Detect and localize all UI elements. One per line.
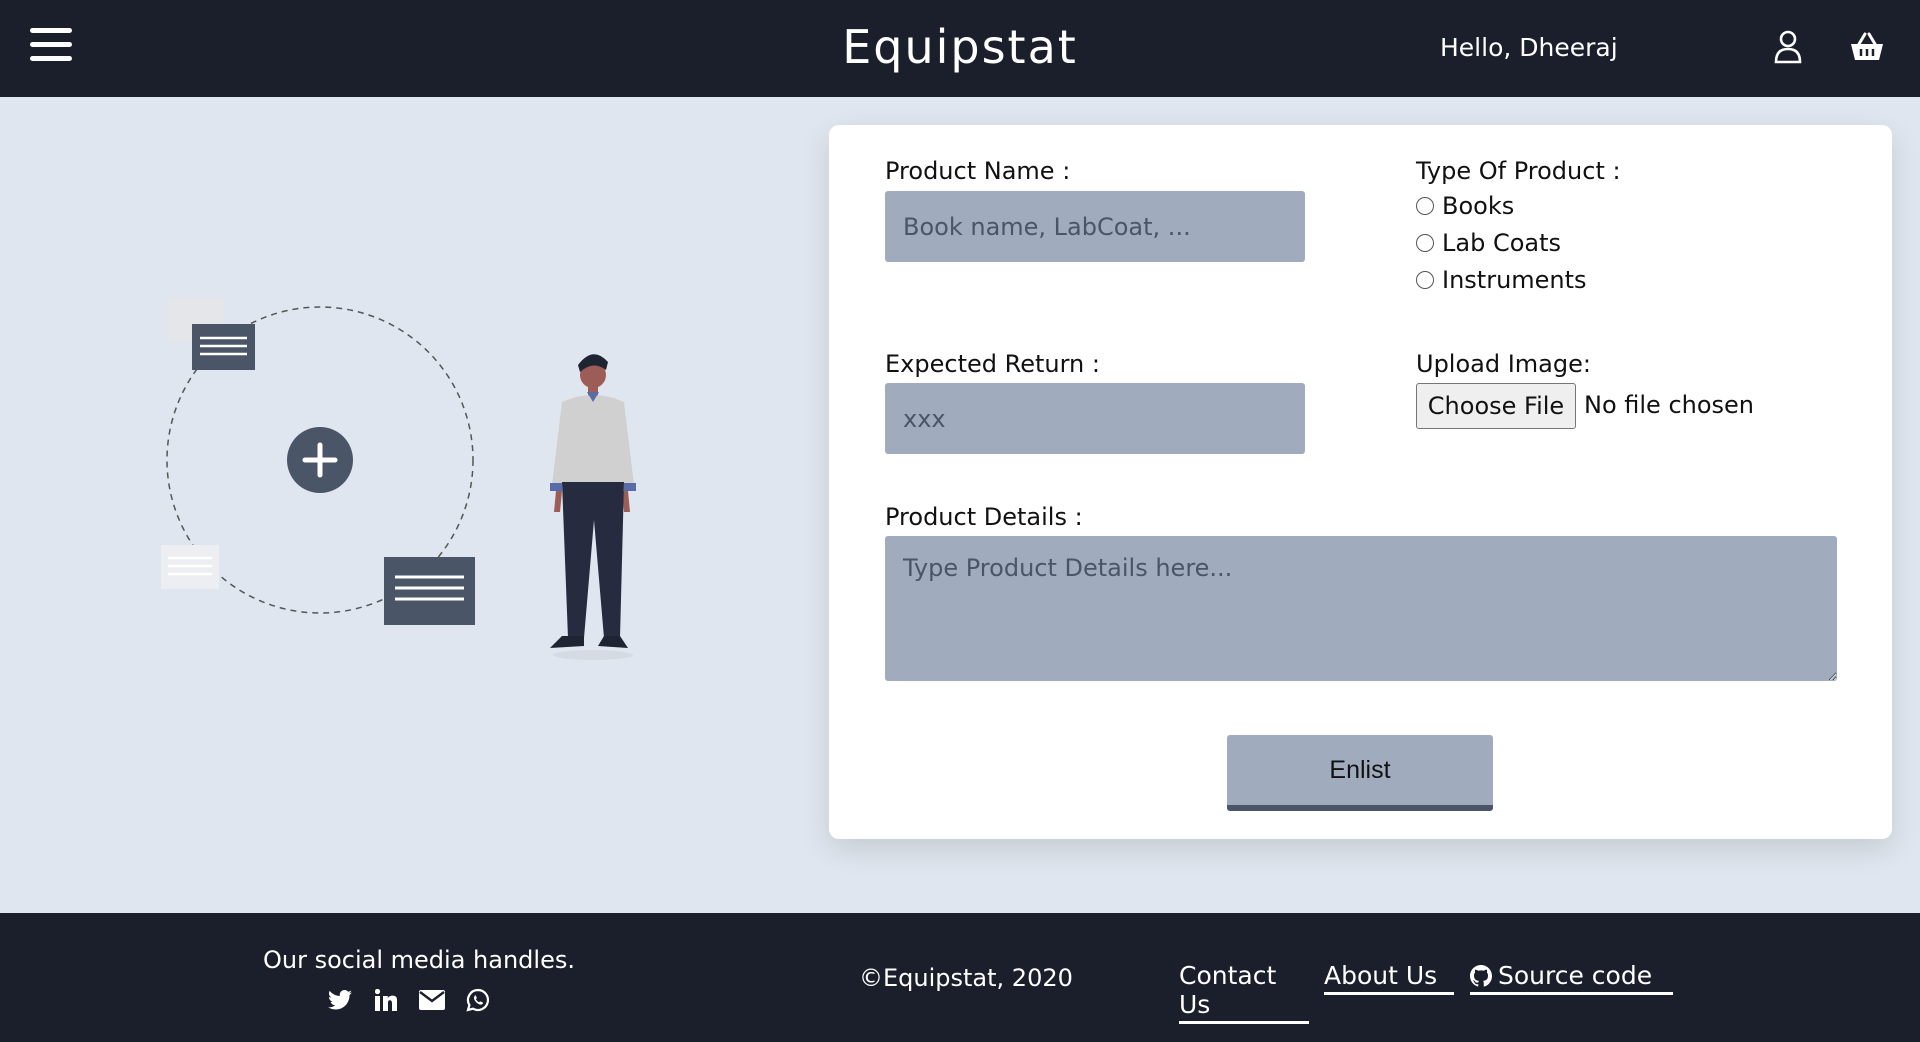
radio-button[interactable] xyxy=(1416,271,1434,289)
add-product-illustration xyxy=(161,298,636,660)
about-us-link[interactable]: About Us xyxy=(1324,961,1454,995)
shopping-basket-icon[interactable] xyxy=(1850,32,1884,62)
brand-title[interactable]: Equipstat xyxy=(0,20,1920,74)
copyright-text: ©Equipstat, 2020 xyxy=(859,964,1073,992)
expected-return-label: Expected Return : xyxy=(885,350,1100,378)
linkedin-icon[interactable] xyxy=(371,985,401,1015)
source-code-label: Source code xyxy=(1498,961,1653,990)
radio-option-instruments[interactable]: Instruments xyxy=(1416,266,1587,294)
footer: Our social media handles. ©Equipstat, 20… xyxy=(0,913,1920,1042)
contact-us-link[interactable]: Contact Us xyxy=(1179,961,1309,1024)
no-file-status: No file chosen xyxy=(1584,391,1755,419)
radio-label: Lab Coats xyxy=(1442,229,1562,257)
top-navbar: Equipstat Hello, Dheeraj xyxy=(0,0,1920,97)
enlist-button[interactable]: Enlist xyxy=(1227,735,1493,811)
product-details-label: Product Details : xyxy=(885,503,1083,531)
social-icons xyxy=(325,985,493,1015)
radio-button[interactable] xyxy=(1416,234,1434,252)
product-name-label: Product Name : xyxy=(885,157,1071,185)
product-name-input[interactable] xyxy=(885,191,1305,262)
expected-return-input[interactable] xyxy=(885,383,1305,454)
whatsapp-icon[interactable] xyxy=(463,985,493,1015)
radio-option-books[interactable]: Books xyxy=(1416,192,1514,220)
upload-image-label: Upload Image: xyxy=(1416,350,1591,378)
radio-button[interactable] xyxy=(1416,197,1434,215)
choose-file-button[interactable]: Choose File xyxy=(1416,383,1576,429)
radio-label: Instruments xyxy=(1442,266,1587,294)
github-icon xyxy=(1470,964,1492,987)
social-heading: Our social media handles. xyxy=(263,946,575,974)
source-code-link[interactable]: Source code xyxy=(1470,961,1673,995)
user-greeting: Hello, Dheeraj xyxy=(1440,33,1618,62)
type-of-product-label: Type Of Product : xyxy=(1416,157,1621,185)
enlist-product-form: Product Name : Type Of Product : Books L… xyxy=(829,125,1892,839)
user-icon[interactable] xyxy=(1774,30,1802,64)
product-details-textarea[interactable] xyxy=(885,536,1837,681)
radio-label: Books xyxy=(1442,192,1515,220)
radio-option-lab-coats[interactable]: Lab Coats xyxy=(1416,229,1561,257)
twitter-icon[interactable] xyxy=(325,985,355,1015)
email-icon[interactable] xyxy=(417,985,447,1015)
